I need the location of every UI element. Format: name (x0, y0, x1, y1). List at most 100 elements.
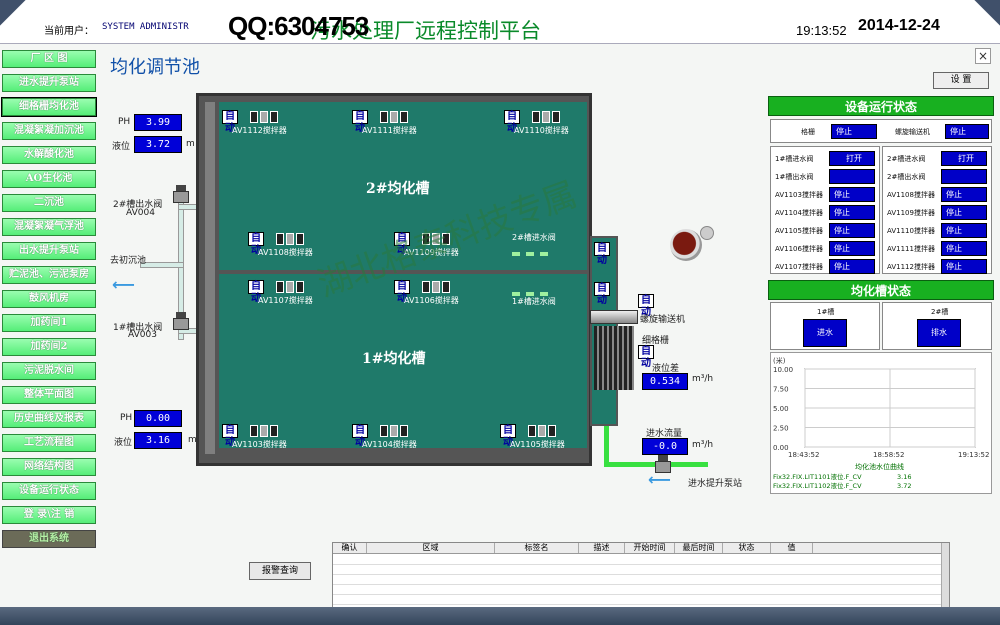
sidebar-item-12[interactable]: 加药间2 (2, 338, 96, 356)
sidebar-item-20[interactable]: 退出系统 (2, 530, 96, 548)
screw-auto-button[interactable]: 自动 (638, 294, 654, 318)
grid-label: 格栅 (801, 128, 815, 136)
tank2-state-box: 2#槽 排水 (882, 302, 992, 350)
alarm-column-header[interactable]: 确认 (333, 543, 367, 553)
sidebar-item-6[interactable]: 二沉池 (2, 194, 96, 212)
alarm-column-header[interactable]: 描述 (579, 543, 625, 553)
status-row-state (941, 169, 987, 184)
sidebar-item-10[interactable]: 鼓风机房 (2, 290, 96, 308)
sidebar-item-0[interactable]: 厂 区 图 (2, 50, 96, 68)
status-row-state: 停止 (829, 223, 875, 238)
grid-state: 停止 (831, 124, 877, 139)
mixer-label: AV1107搅拌器 (258, 296, 313, 305)
alarm-column-header[interactable]: 最后时间 (675, 543, 723, 553)
sidebar-item-13[interactable]: 污泥脱水间 (2, 362, 96, 380)
header-bar: 当前用户： SYSTEM ADMINISTR 污水处理厂远程控制平台 QQ:63… (0, 0, 1000, 44)
user-name: SYSTEM ADMINISTR (102, 22, 189, 32)
sidebar-item-7[interactable]: 混凝絮凝气浮池 (2, 218, 96, 236)
valve-2-code: AV004 (126, 208, 155, 218)
status-row-state: 停止 (829, 241, 875, 256)
status-row-label: 2#槽进水阀 (887, 155, 926, 163)
inlet-2-flow-icon (512, 252, 548, 256)
sidebar-item-14[interactable]: 整体平面图 (2, 386, 96, 404)
outlet-pipe-main (140, 262, 184, 268)
alarm-query-button[interactable]: 报警查询 (249, 562, 311, 580)
mixer-motor-icon (276, 233, 310, 245)
screen-auto-button[interactable]: 自动 (638, 345, 654, 369)
alarm-column-header[interactable]: 状态 (723, 543, 771, 553)
tank1-status-box: 1#槽进水阀 打开 1#槽出水阀 AV1103搅拌器 停止 AV1104搅拌器 停止 AV11… (770, 146, 880, 274)
sidebar-item-5[interactable]: AO生化池 (2, 170, 96, 188)
status-row-state: 打开 (941, 151, 987, 166)
alarm-column-header[interactable]: 值 (771, 543, 813, 553)
outlet-valve-1[interactable] (170, 312, 192, 332)
sidebar-item-4[interactable]: 水解酸化池 (2, 146, 96, 164)
status-row-label: 2#槽出水阀 (887, 173, 926, 181)
level-readout-2: 3.72 (134, 136, 182, 153)
inlet-2-auto-button[interactable]: 自动 (594, 242, 610, 266)
sidebar-item-11[interactable]: 加药间1 (2, 314, 96, 332)
auto-mode-button[interactable]: 自动 (222, 424, 238, 448)
status-row-label: AV1105搅拌器 (775, 227, 823, 235)
chart-y-tick: 2.50 (773, 425, 789, 433)
mixer-label: AV1105搅拌器 (510, 440, 565, 449)
alarm-column-header[interactable]: 区域 (367, 543, 495, 553)
alarm-column-header[interactable]: 开始时间 (625, 543, 675, 553)
clock-time: 19:13:52 (796, 23, 847, 38)
auto-mode-button[interactable]: 自动 (222, 110, 238, 134)
status-row-state: 停止 (941, 205, 987, 220)
auto-mode-button[interactable]: 自动 (504, 110, 520, 134)
run-status-panel: 设备运行状态 (768, 96, 994, 116)
frame-corner-right (960, 0, 1000, 44)
auto-mode-button[interactable]: 自动 (248, 280, 264, 304)
alarm-scrollbar[interactable] (941, 543, 949, 607)
tank1-state: 进水 (803, 319, 847, 347)
status-row-label: AV1103搅拌器 (775, 191, 823, 199)
footer-bar (0, 607, 1000, 625)
sidebar-item-2[interactable]: 细格栅均化池 (1, 97, 97, 117)
close-icon[interactable]: × (975, 48, 991, 64)
chart-ylabel: (米) (773, 356, 786, 365)
grid-status-box: 格栅 停止 螺旋输送机 停止 (770, 119, 992, 143)
status-row-state: 打开 (829, 151, 875, 166)
chart-legend-tag: Fix32.FIX.LIT1101液位.F_CV (773, 472, 862, 481)
alarm-table-header: 确认 区域 标签名 描述 开始时间 最后时间 状态值 (333, 543, 949, 554)
mixer-motor-icon (380, 111, 414, 123)
auto-mode-button[interactable]: 自动 (352, 110, 368, 134)
sidebar-item-17[interactable]: 网络结构图 (2, 458, 96, 476)
sidebar-item-9[interactable]: 贮泥池、污泥泵房 (2, 266, 96, 284)
inlet-1-auto-button[interactable]: 自动 (594, 282, 610, 306)
auto-mode-button[interactable]: 自动 (352, 424, 368, 448)
level-chart-svg: (米)10.00 7.50 5.00 2.50 0.0018:43:52 18:58:52… (773, 356, 989, 490)
auto-mode-button[interactable]: 自动 (394, 280, 410, 304)
sidebar-item-1[interactable]: 进水提升泵站 (2, 74, 96, 92)
chart-y-tick: 7.50 (773, 386, 789, 394)
status-row-label: AV1109搅拌器 (887, 209, 935, 217)
status-row-label: 1#槽进水阀 (775, 155, 814, 163)
ph-readout-1: 0.00 (134, 410, 182, 427)
run-status-title: 设备运行状态 (768, 96, 994, 116)
pump-station-label: 进水提升泵站 (688, 479, 743, 489)
scada-screen: 当前用户： SYSTEM ADMINISTR 污水处理厂远程控制平台 QQ:63… (0, 0, 1000, 625)
sidebar-item-19[interactable]: 登 录\注 销 (2, 506, 96, 524)
status-row-state: 停止 (941, 187, 987, 202)
screw-state: 停止 (945, 124, 989, 139)
chart-legend-value: 3.16 (897, 473, 911, 481)
sidebar-item-16[interactable]: 工艺流程图 (2, 434, 96, 452)
settings-button[interactable]: 设 置 (933, 72, 989, 89)
status-row-state: 停止 (829, 205, 875, 220)
status-row-label: AV1111搅拌器 (887, 245, 935, 253)
chart-x-tick: 19:13:52 (958, 451, 989, 459)
sidebar-item-15[interactable]: 历史曲线及报表 (2, 410, 96, 428)
chart-legend-value: 3.72 (897, 482, 911, 490)
status-row-state (829, 169, 875, 184)
outlet-valve-2[interactable] (170, 185, 192, 205)
ph-label-1: PH (120, 413, 133, 423)
sidebar-item-18[interactable]: 设备运行状态 (2, 482, 96, 500)
alarm-column-header[interactable]: 标签名 (495, 543, 579, 553)
sidebar-item-8[interactable]: 出水提升泵站 (2, 242, 96, 260)
auto-mode-button[interactable]: 自动 (248, 232, 264, 256)
auto-mode-button[interactable]: 自动 (500, 424, 516, 448)
tank2-label: 2#槽 (931, 308, 949, 316)
sidebar-item-3[interactable]: 混凝絮凝加沉池 (2, 122, 96, 140)
